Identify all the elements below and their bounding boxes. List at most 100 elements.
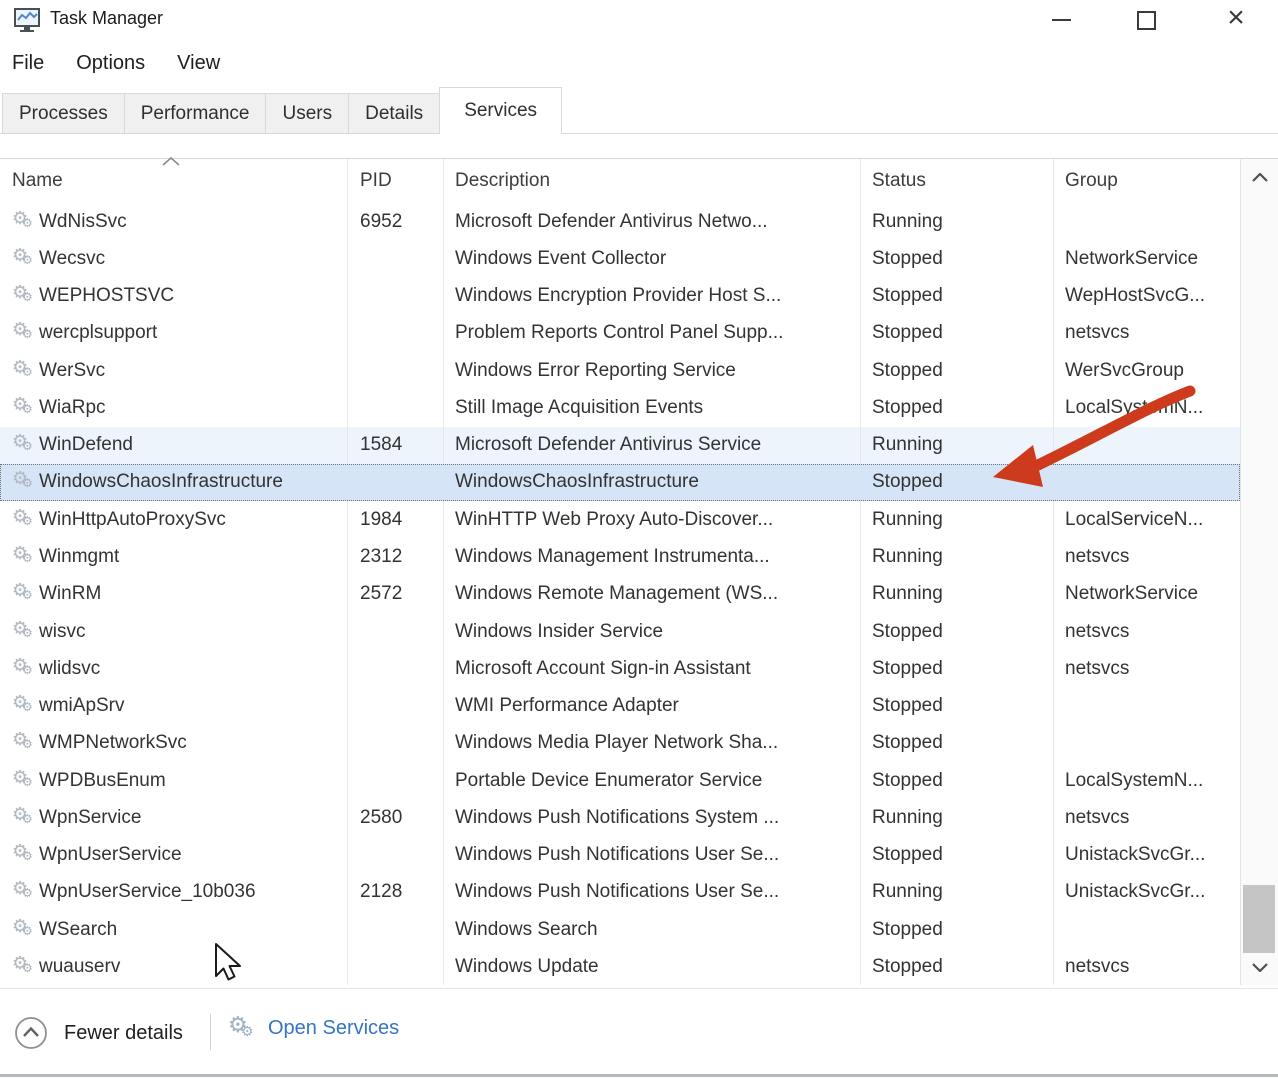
table-row[interactable]: ⚙ ⚙ Winmgmt 2312 Windows Management Inst… [0, 538, 1240, 575]
service-status: Stopped [860, 240, 1053, 277]
table-row[interactable]: ⚙ ⚙ WerSvc Windows Error Reporting Servi… [0, 352, 1240, 389]
menu-options[interactable]: Options [76, 52, 145, 75]
services-gear-icon: ⚙ ⚙ [228, 1014, 258, 1042]
service-description: Microsoft Defender Antivirus Service [443, 427, 860, 464]
table-row[interactable]: ⚙ ⚙ WinRM 2572 Windows Remote Management… [0, 576, 1240, 613]
service-group: UnistackSvcGr... [1053, 874, 1240, 911]
table-row[interactable]: ⚙ ⚙ wisvc Windows Insider Service Stoppe… [0, 613, 1240, 650]
window-border [0, 1074, 1278, 1077]
service-description: Windows Encryption Provider Host S... [443, 278, 860, 315]
service-name: WinRM [39, 583, 101, 605]
tab-processes[interactable]: Processes [2, 93, 125, 134]
service-description: WindowsChaosInfrastructure [443, 464, 860, 501]
table-row[interactable]: ⚙ ⚙ Wecsvc Windows Event Collector Stopp… [0, 240, 1240, 277]
service-status: Stopped [860, 762, 1053, 799]
task-manager-window: Task Manager × File Options View Process… [0, 0, 1278, 1079]
table-row[interactable]: ⚙ ⚙ WpnUserService_10b036 2128 Windows P… [0, 874, 1240, 911]
tab-services[interactable]: Services [439, 87, 562, 134]
fewer-details-button[interactable]: Fewer details [14, 1016, 183, 1050]
service-pid [347, 948, 443, 985]
tab-details[interactable]: Details [348, 93, 440, 134]
service-group: LocalServiceN... [1053, 501, 1240, 538]
table-row[interactable]: ⚙ ⚙ wlidsvc Microsoft Account Sign-in As… [0, 650, 1240, 687]
service-group [1053, 687, 1240, 724]
table-row[interactable]: ⚙ ⚙ WEPHOSTSVC Windows Encryption Provid… [0, 278, 1240, 315]
service-description: Windows Push Notifications System ... [443, 799, 860, 836]
column-header-status[interactable]: Status [860, 159, 1053, 203]
table-row[interactable]: ⚙ ⚙ WpnService 2580 Windows Push Notific… [0, 799, 1240, 836]
service-name: WindowsChaosInfrastructure [39, 471, 283, 493]
column-separator [347, 159, 348, 985]
service-description: Windows Management Instrumenta... [443, 538, 860, 575]
table-row[interactable]: ⚙ ⚙ WindowsChaosInfrastructure WindowsCh… [0, 464, 1240, 501]
table-row[interactable]: ⚙ ⚙ wuauserv Windows Update Stopped nets… [0, 948, 1240, 985]
service-pid: 2580 [347, 799, 443, 836]
service-group [1053, 725, 1240, 762]
table-body: ⚙ ⚙ WdNisSvc 6952 Microsoft Defender Ant… [0, 203, 1240, 986]
service-name: WpnUserService [39, 844, 182, 866]
chevron-up-circle-icon [14, 1016, 48, 1050]
scroll-up-button[interactable] [1241, 159, 1278, 195]
service-gear-icon: ⚙ ⚙ [12, 769, 39, 793]
close-button[interactable]: × [1213, 0, 1259, 40]
maximize-button[interactable] [1123, 0, 1169, 40]
service-group: UnistackSvcGr... [1053, 837, 1240, 874]
open-services-link[interactable]: ⚙ ⚙ Open Services [228, 1014, 399, 1042]
service-status: Stopped [860, 725, 1053, 762]
service-status: Stopped [860, 464, 1053, 501]
service-group: LocalSystemN... [1053, 389, 1240, 426]
table-row[interactable]: ⚙ ⚙ WSearch Windows Search Stopped [0, 911, 1240, 948]
tab-users[interactable]: Users [265, 93, 349, 134]
column-header-pid[interactable]: PID [347, 159, 443, 203]
table-row[interactable]: ⚙ ⚙ wercplsupport Problem Reports Contro… [0, 315, 1240, 352]
service-gear-icon: ⚙ ⚙ [12, 694, 39, 718]
table-row[interactable]: ⚙ ⚙ WPDBusEnum Portable Device Enumerato… [0, 762, 1240, 799]
service-description: Portable Device Enumerator Service [443, 762, 860, 799]
table-row[interactable]: ⚙ ⚙ WMPNetworkSvc Windows Media Player N… [0, 725, 1240, 762]
scroll-down-button[interactable] [1241, 949, 1278, 985]
tab-performance[interactable]: Performance [124, 93, 267, 134]
service-status: Running [860, 874, 1053, 911]
minimize-button[interactable] [1038, 0, 1084, 40]
service-group: netsvcs [1053, 613, 1240, 650]
table-row[interactable]: ⚙ ⚙ WiaRpc Still Image Acquisition Event… [0, 389, 1240, 426]
service-group [1053, 427, 1240, 464]
service-pid [347, 725, 443, 762]
service-description: Microsoft Defender Antivirus Netwo... [443, 203, 860, 240]
service-gear-icon: ⚙ ⚙ [12, 657, 39, 681]
service-name: WpnUserService_10b036 [39, 881, 256, 903]
table-row[interactable]: ⚙ ⚙ WinHttpAutoProxySvc 1984 WinHTTP Web… [0, 501, 1240, 538]
service-description: Still Image Acquisition Events [443, 389, 860, 426]
service-name: WPDBusEnum [39, 770, 166, 792]
scrollbar-thumb[interactable] [1243, 885, 1275, 953]
service-gear-icon: ⚙ ⚙ [12, 321, 39, 345]
vertical-scrollbar[interactable] [1240, 158, 1278, 985]
service-description: Microsoft Account Sign-in Assistant [443, 650, 860, 687]
column-header-group[interactable]: Group [1053, 159, 1240, 203]
column-separator [1053, 159, 1054, 985]
service-pid [347, 613, 443, 650]
column-separator [860, 159, 861, 985]
table-row[interactable]: ⚙ ⚙ wmiApSrv WMI Performance Adapter Sto… [0, 687, 1240, 724]
open-services-label: Open Services [268, 1017, 399, 1040]
service-name: wmiApSrv [39, 695, 125, 717]
menu-view[interactable]: View [177, 52, 220, 75]
tab-bar: Processes Performance Users Details Serv… [0, 87, 1278, 134]
service-gear-icon: ⚙ ⚙ [12, 284, 39, 308]
service-gear-icon: ⚙ ⚙ [12, 470, 39, 494]
service-status: Stopped [860, 948, 1053, 985]
service-description: Windows Error Reporting Service [443, 352, 860, 389]
service-pid [347, 464, 443, 501]
menu-file[interactable]: File [12, 52, 44, 75]
table-row[interactable]: ⚙ ⚙ WinDefend 1584 Microsoft Defender An… [0, 427, 1240, 464]
footer-divider [210, 1014, 211, 1050]
table-row[interactable]: ⚙ ⚙ WdNisSvc 6952 Microsoft Defender Ant… [0, 203, 1240, 240]
service-pid [347, 352, 443, 389]
table-row[interactable]: ⚙ ⚙ WpnUserService Windows Push Notifica… [0, 837, 1240, 874]
service-pid: 2128 [347, 874, 443, 911]
table-header: Name PID Description Status Group [0, 159, 1240, 203]
service-status: Stopped [860, 613, 1053, 650]
service-pid [347, 762, 443, 799]
column-header-description[interactable]: Description [443, 159, 860, 203]
service-description: WMI Performance Adapter [443, 687, 860, 724]
